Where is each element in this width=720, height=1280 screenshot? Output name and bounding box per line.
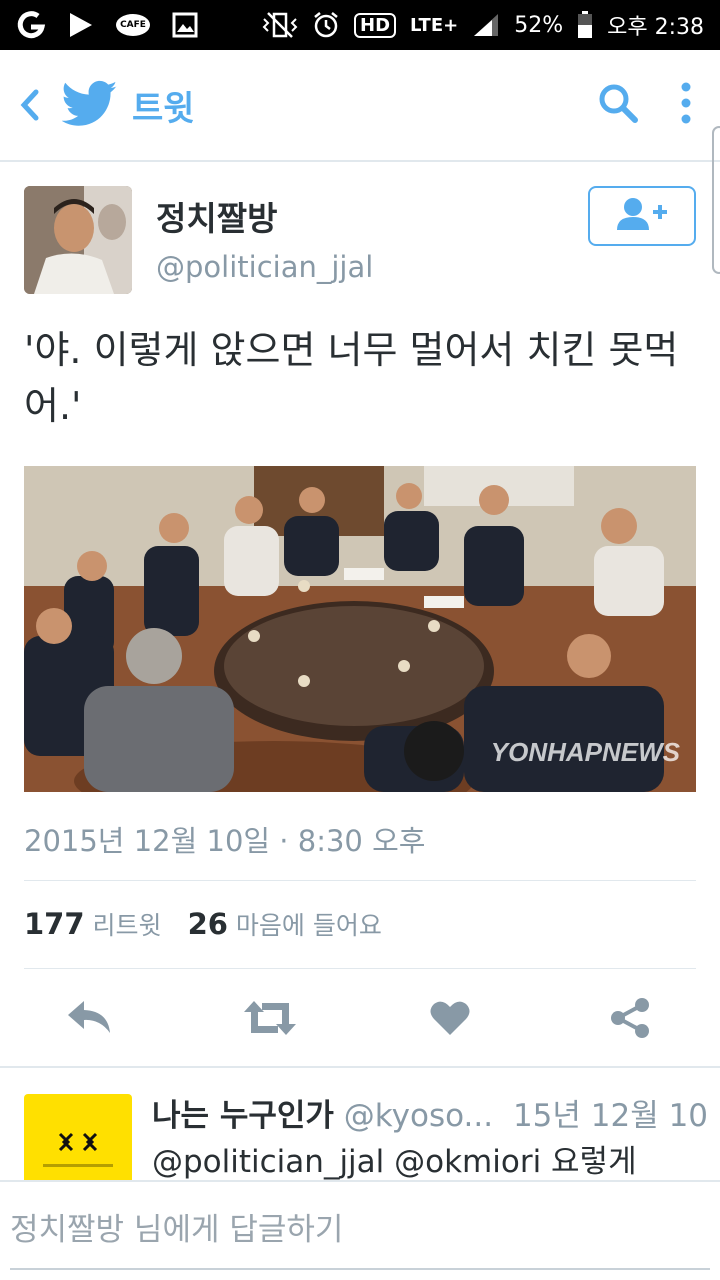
search-icon[interactable] — [596, 81, 640, 129]
follow-button[interactable] — [588, 186, 696, 246]
reply-display-name[interactable]: 나는 누구인가 — [152, 1098, 334, 1134]
like-count[interactable]: 26 — [188, 907, 228, 941]
section-divider — [0, 1066, 720, 1068]
share-button[interactable] — [600, 990, 660, 1050]
vibrate-mute-icon — [262, 11, 298, 39]
signal-icon — [472, 12, 500, 38]
reply-text: @politician_jjal @okmiori 요렇게 — [152, 1144, 637, 1180]
input-underline — [10, 1268, 710, 1270]
retweet-button[interactable] — [240, 990, 300, 1050]
status-bar: CAFE HD LTE+ 52% 오후 2:38 — [0, 0, 720, 50]
user-avatar[interactable] — [24, 186, 132, 294]
page-title: 트윗 — [132, 88, 195, 129]
reply-input[interactable] — [10, 1206, 710, 1254]
share-icon — [609, 997, 651, 1043]
cafe-icon: CAFE — [116, 14, 150, 36]
clock: 오후 2:38 — [607, 15, 704, 40]
like-label[interactable]: 마음에 들어요 — [236, 906, 382, 942]
tweet-header: 정치짤방 @politician_jjal — [24, 186, 696, 296]
hd-icon: HD — [354, 12, 397, 38]
tweet-timestamp: 2015년 12월 10일 · 8:30 오후 — [24, 824, 426, 858]
tweet-stats: 177 리트윗 26 마음에 들어요 — [24, 906, 382, 942]
photo-watermark: YONHAPNEWS — [490, 737, 680, 767]
reply-icon — [66, 999, 114, 1041]
twitter-bird-icon — [61, 80, 118, 130]
user-display-name[interactable]: 정치짤방 — [156, 192, 277, 240]
reply-button[interactable] — [60, 990, 120, 1050]
g-app-icon — [16, 10, 46, 40]
alarm-icon — [312, 11, 340, 39]
retweet-label[interactable]: 리트윗 — [93, 906, 162, 942]
reply-handle[interactable]: @kyoso... — [344, 1098, 493, 1134]
image-icon — [172, 12, 198, 38]
app-bar: 트윗 — [0, 50, 720, 162]
user-handle[interactable]: @politician_jjal — [156, 250, 373, 284]
back-button[interactable] — [18, 85, 44, 125]
network-type: LTE+ — [410, 14, 459, 36]
play-store-icon — [68, 11, 94, 39]
heart-icon — [429, 999, 471, 1041]
reply-date: 15년 12월 10일 — [512, 1098, 708, 1134]
edge-panel-handle[interactable] — [712, 126, 720, 274]
overflow-menu-icon[interactable] — [680, 81, 692, 129]
divider — [24, 880, 696, 881]
retweet-icon — [242, 999, 298, 1041]
battery-icon — [577, 11, 593, 39]
reply-header: 나는 누구인가 @kyoso... 15년 12월 10일 — [152, 1090, 708, 1135]
reply-avatar-logo-icon — [58, 1132, 98, 1151]
retweet-count[interactable]: 177 — [24, 907, 85, 941]
tweet-actions — [0, 990, 720, 1052]
battery-percent: 52% — [514, 12, 564, 38]
reply-compose-bar — [0, 1180, 720, 1280]
tweet-text: '야. 이렇게 앉으면 너무 멀어서 치킨 못먹어.' — [24, 328, 679, 428]
tweet-photo[interactable]: YONHAPNEWS — [24, 466, 696, 792]
divider — [24, 968, 696, 969]
like-button[interactable] — [420, 990, 480, 1050]
add-user-icon — [615, 196, 669, 236]
